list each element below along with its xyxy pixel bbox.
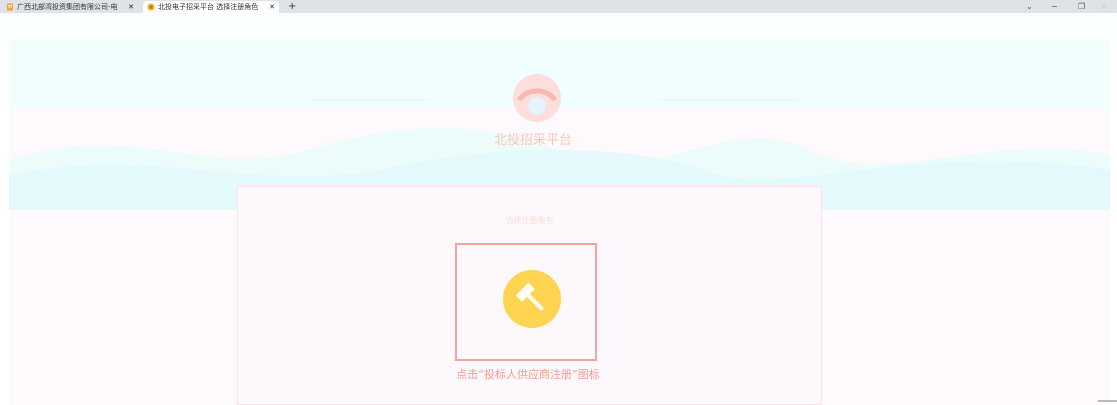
instruction-caption: 点击“投标人供应商注册”图标 [456,368,600,381]
tab-close-icon[interactable]: ✕ [128,3,134,11]
browser-tab-strip: 广西北部湾投资集团有限公司-电 ✕ 北投电子招采平台 选择注册角色 ✕ + ⌄ … [0,0,1117,13]
tab-close-icon[interactable]: ✕ [269,3,275,11]
tab-label: 广西北部湾投资集团有限公司-电 [17,3,118,11]
close-window-button[interactable]: ✕ [1101,0,1108,13]
platform-logo [513,74,561,122]
browser-tab-register-role[interactable]: 北投电子招采平台 选择注册角色 ✕ [143,1,279,13]
brand-name: 北投招采平台 [493,133,572,148]
gavel-icon [516,283,544,311]
document-icon [6,3,14,11]
tab-label: 北投电子招采平台 选择注册角色 [158,3,259,11]
new-tab-button[interactable]: + [288,0,296,13]
panel-title: 选择注册角色 [505,216,554,225]
restore-button[interactable]: ❐ [1078,0,1085,13]
minimize-button[interactable]: − [1051,0,1058,13]
tab-list-dropdown-icon[interactable]: ⌄ [1026,0,1033,13]
scrollbar-hint [1098,400,1117,402]
bidder-supplier-register-card[interactable] [455,243,597,361]
role-icon-circle[interactable] [503,270,561,328]
browser-tab-group-site[interactable]: 广西北部湾投资集团有限公司-电 ✕ [2,1,138,13]
building-icon [147,3,155,11]
page-header-strip [0,13,1117,41]
